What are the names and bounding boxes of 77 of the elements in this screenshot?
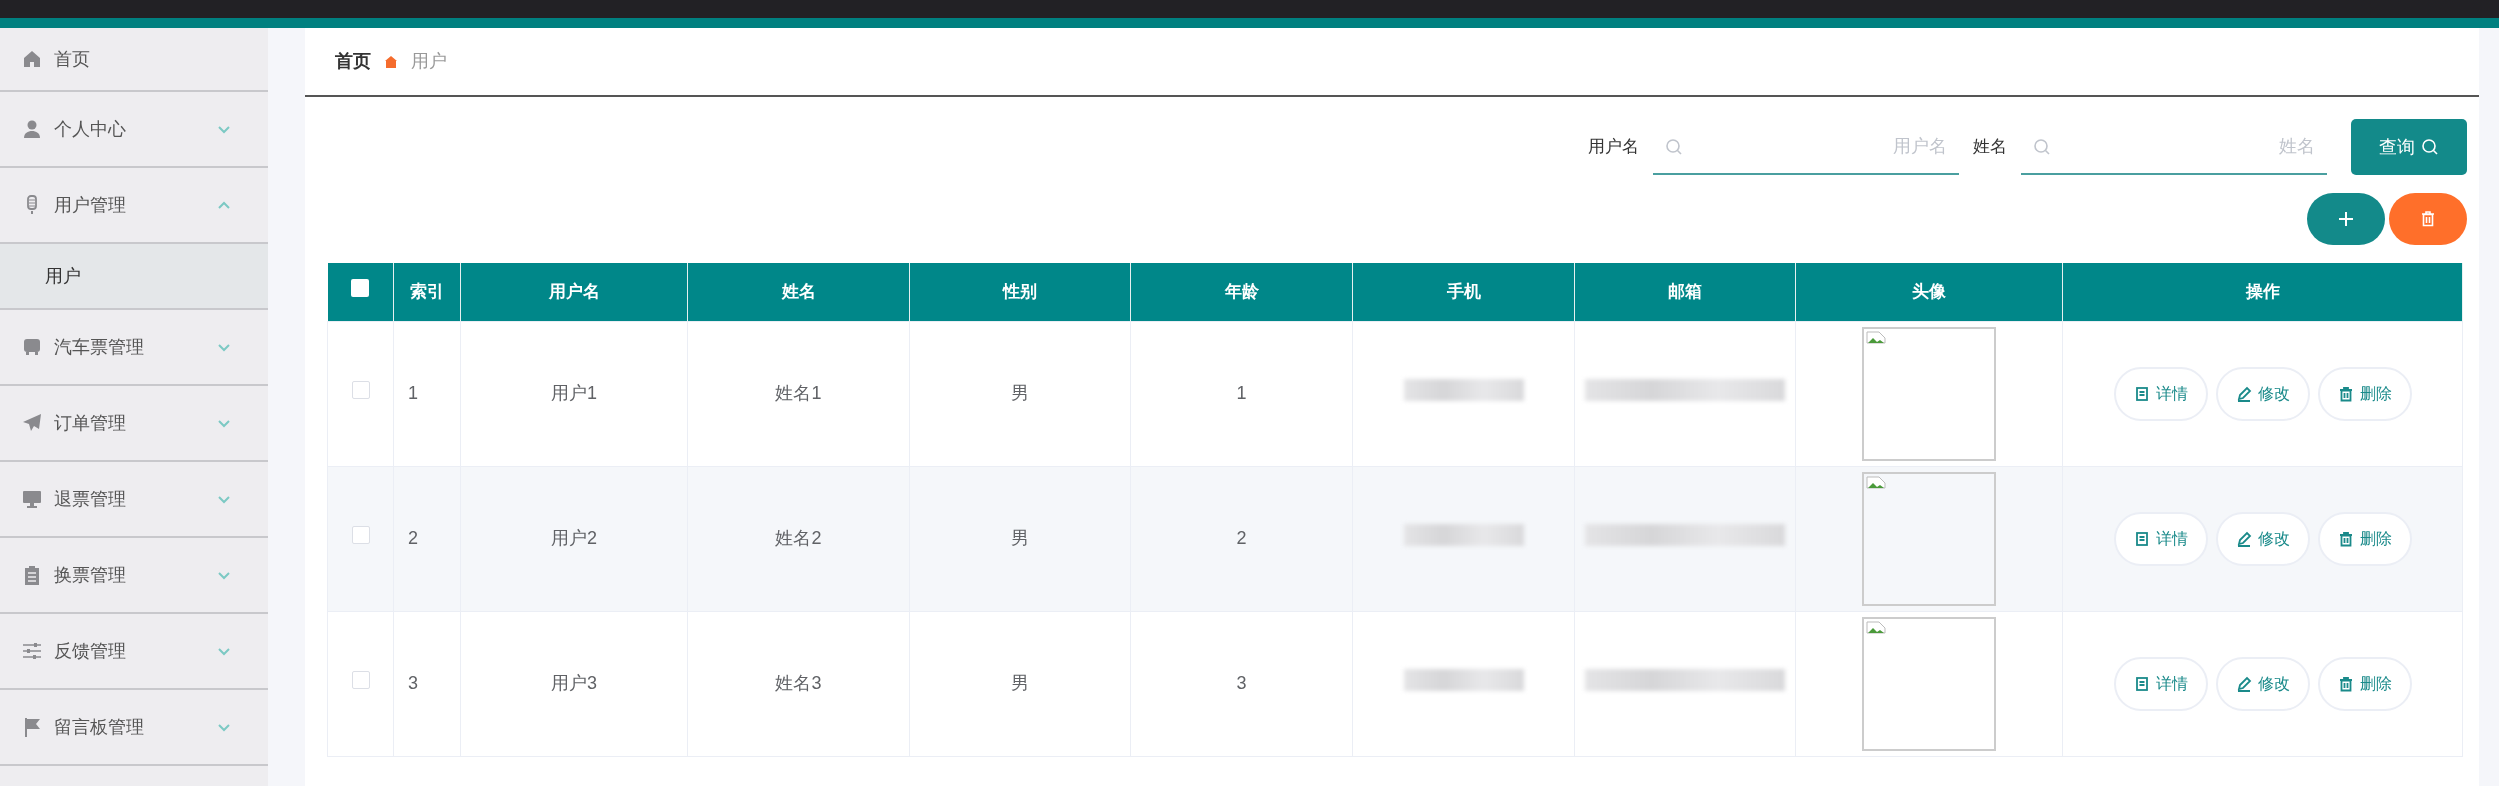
sidebar-label: 反馈管理 [54, 639, 127, 663]
edit-button[interactable]: 修改 [2215, 511, 2310, 566]
sidebar-label: 订单管理 [54, 411, 127, 435]
select-all-checkbox[interactable] [351, 279, 370, 297]
document-icon [2133, 530, 2150, 547]
column-header: 操作 [2245, 282, 2280, 301]
trash-icon [2337, 675, 2354, 692]
table-cell: 用户3 [551, 673, 597, 693]
document-icon [2133, 385, 2150, 402]
table-cell: 男 [1011, 528, 1029, 548]
trash-icon [2337, 530, 2354, 547]
edit-button[interactable]: 修改 [2215, 366, 2310, 421]
column-header: 头像 [1912, 282, 1946, 301]
row-checkbox[interactable] [351, 381, 370, 399]
search-icon [1665, 138, 1683, 156]
table-cell: 用户1 [551, 383, 597, 403]
table-cell: 2 [1236, 528, 1247, 548]
table-cell: 2 [408, 528, 418, 548]
edit-button[interactable]: 修改 [2215, 656, 2310, 711]
sidebar-label: 留言板管理 [54, 715, 145, 739]
column-header: 索引 [410, 282, 444, 301]
trash-icon [2421, 211, 2435, 227]
home-icon [383, 53, 399, 70]
trash-icon [2337, 385, 2354, 402]
delete-button[interactable]: 删除 [2317, 366, 2412, 421]
pencil-icon [2235, 530, 2252, 547]
sidebar-label: 个人中心 [54, 117, 127, 141]
plus-icon [2337, 210, 2355, 228]
column-header: 姓名 [781, 282, 816, 301]
column-header: 性别 [1003, 282, 1037, 301]
column-header: 手机 [1446, 282, 1481, 301]
table-cell: 姓名3 [775, 673, 822, 693]
sidebar-subitem[interactable]: 用户 [0, 244, 268, 310]
add-button[interactable] [2307, 193, 2385, 245]
table-cell: 1 [408, 383, 418, 403]
flag-icon [22, 717, 42, 737]
pencil-icon [2235, 675, 2252, 692]
delete-button[interactable] [2389, 193, 2467, 245]
details-button[interactable]: 详情 [2113, 656, 2208, 711]
bus-icon [22, 337, 42, 357]
sidebar-label: 汽车票管理 [54, 335, 145, 359]
column-header: 年龄 [1224, 282, 1259, 301]
row-checkbox[interactable] [351, 526, 370, 544]
table-cell: 1 [1236, 383, 1247, 403]
sidebar-label: 用户管理 [54, 193, 127, 217]
table-cell: 3 [408, 673, 418, 693]
sidebar-label: 退票管理 [54, 487, 127, 511]
delete-button[interactable]: 删除 [2317, 656, 2412, 711]
monitor-icon [22, 489, 42, 509]
sidebar-label: 换票管理 [54, 563, 127, 587]
column-header: 用户名 [548, 282, 600, 301]
breadcrumb-item[interactable]: 首页 [335, 48, 371, 75]
sidebar-label: 首页 [54, 47, 91, 71]
field-label: 用户名 [1588, 136, 1639, 159]
search-icon [2421, 138, 2439, 156]
field-label: 姓名 [1973, 136, 2007, 159]
sliders-icon [22, 641, 42, 661]
table-cell: 男 [1011, 383, 1029, 403]
pencil-icon [2235, 385, 2252, 402]
delete-button[interactable]: 删除 [2317, 511, 2412, 566]
table-cell: 3 [1236, 673, 1247, 693]
table-cell: 男 [1011, 673, 1029, 693]
search-button[interactable]: 查询 [2351, 119, 2467, 175]
clipboard-icon [22, 565, 42, 585]
person-icon [22, 119, 42, 139]
breadcrumb-item: 用户 [411, 50, 447, 73]
details-button[interactable]: 详情 [2113, 511, 2208, 566]
table-cell: 用户2 [551, 528, 597, 548]
column-header: 邮箱 [1668, 282, 1702, 301]
row-checkbox[interactable] [351, 671, 370, 689]
table-cell: 姓名1 [775, 383, 822, 403]
paper-plane-icon [22, 413, 42, 433]
details-button[interactable]: 详情 [2113, 366, 2208, 421]
document-icon [2133, 675, 2150, 692]
search-icon [2033, 138, 2051, 156]
home-icon [22, 49, 42, 69]
table-cell: 姓名2 [775, 528, 822, 548]
